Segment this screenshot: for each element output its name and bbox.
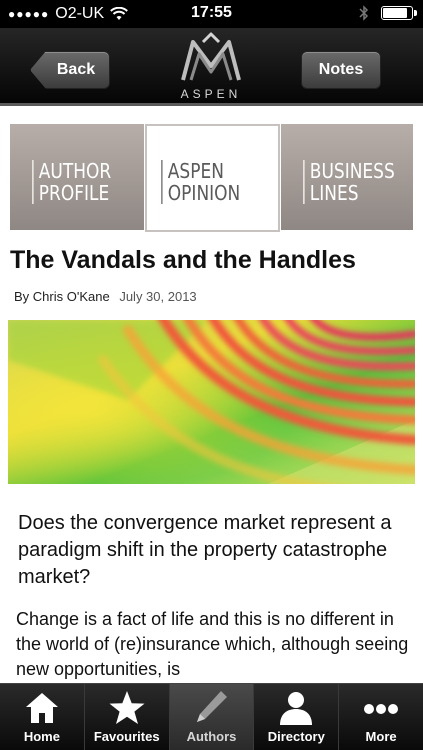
article-lede: Does the convergence market represent a … (18, 512, 392, 588)
tabbar-label: More (365, 729, 397, 744)
nav-header: Back ASPEN Notes (0, 28, 423, 106)
tab-label: ASPEN OPINION (161, 160, 240, 204)
tabbar-more[interactable]: More (339, 684, 423, 750)
status-bar: ●●●●● O2-UK 17:55 (0, 0, 423, 28)
pen-icon (197, 691, 228, 722)
tab-label: BUSINESS LINES (303, 160, 395, 204)
aspen-logo: ASPEN (173, 32, 249, 104)
article-hero-image (8, 320, 415, 484)
back-button[interactable]: Back (30, 51, 110, 89)
tab-business-lines[interactable]: BUSINESS LINES (281, 124, 413, 230)
status-right (359, 5, 417, 21)
tabbar-label: Authors (186, 729, 237, 744)
byline-prefix: By (14, 289, 30, 304)
article-body: Change is a fact of life and this is no … (16, 609, 409, 679)
bottom-tab-bar: Home Favourites Authors Directory More (0, 683, 423, 750)
tabbar-label: Home (23, 729, 60, 744)
battery-icon (381, 6, 417, 20)
tabbar-authors[interactable]: Authors (169, 684, 254, 750)
tabbar-label: Favourites (93, 729, 160, 744)
home-icon (25, 693, 58, 723)
tabbar-favourites[interactable]: Favourites (85, 684, 169, 750)
person-icon (280, 692, 313, 725)
tab-label: AUTHOR PROFILE (32, 160, 111, 204)
battery-level (383, 8, 407, 18)
section-tabs: AUTHOR PROFILE ASPEN OPINION BUSINESS LI… (10, 124, 413, 232)
tab-author-profile[interactable]: AUTHOR PROFILE (10, 124, 144, 230)
publish-date: July 30, 2013 (119, 289, 197, 304)
article-title: The Vandals and the Handles (10, 246, 356, 274)
bluetooth-icon (359, 5, 369, 21)
tabbar-home[interactable]: Home (0, 684, 84, 750)
notes-button[interactable]: Notes (301, 51, 381, 89)
hero-abstract-image (8, 320, 415, 484)
star-icon (109, 691, 145, 724)
more-icon (364, 704, 399, 714)
author-name[interactable]: Chris O'Kane (33, 289, 110, 304)
tabbar-directory[interactable]: Directory (254, 684, 338, 750)
logo-text: ASPEN (180, 87, 242, 101)
aspen-logo-mark-icon (181, 32, 241, 81)
byline: By Chris O'Kane July 30, 2013 (14, 289, 197, 304)
tab-aspen-opinion[interactable]: ASPEN OPINION (145, 124, 280, 232)
tabbar-label: Directory (267, 729, 325, 744)
